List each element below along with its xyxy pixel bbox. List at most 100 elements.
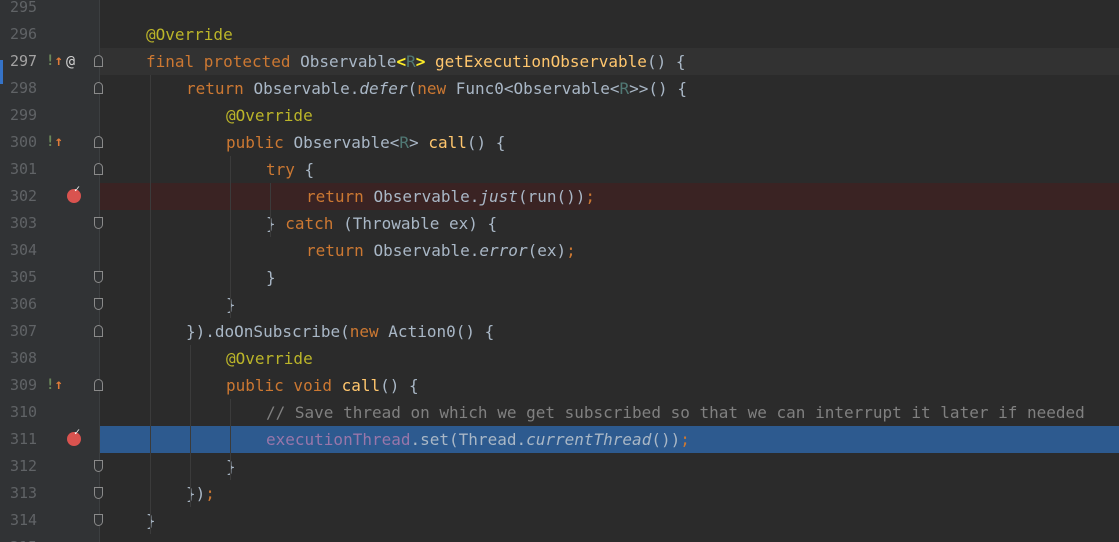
fold-marker-icon[interactable] xyxy=(94,379,103,391)
line-number[interactable]: 314 xyxy=(10,507,37,534)
fold-marker-icon[interactable] xyxy=(94,298,103,310)
fold-marker-icon[interactable] xyxy=(94,82,103,94)
code-token: R xyxy=(399,133,410,152)
line-number[interactable]: 313 xyxy=(10,480,37,507)
line-number[interactable]: 315 xyxy=(10,534,37,542)
line-number[interactable]: 300 xyxy=(10,129,37,156)
code-text: return Observable.error(ex); xyxy=(306,237,576,264)
code-text: public void call() { xyxy=(226,372,419,399)
code-line[interactable]: 300 !↑ public Observable<R> call() { xyxy=(0,129,1119,156)
fold-marker-icon[interactable] xyxy=(94,487,103,499)
fold-marker-icon[interactable] xyxy=(94,217,103,229)
line-number[interactable]: 298 xyxy=(10,75,37,102)
code-token: try xyxy=(266,160,305,179)
fold-marker-icon[interactable] xyxy=(94,514,103,526)
implements-method-icon[interactable]: !↑ xyxy=(46,48,63,75)
indent-guide xyxy=(230,156,231,318)
code-token: ; xyxy=(585,187,596,206)
code-text: public Observable<R> call() { xyxy=(226,129,505,156)
annotation-icon[interactable]: @ xyxy=(66,48,75,75)
code-token: just xyxy=(479,187,518,206)
code-line[interactable]: 295 xyxy=(0,0,1119,21)
fold-marker-icon[interactable] xyxy=(94,163,103,175)
breakpoint-icon[interactable] xyxy=(67,184,81,203)
fold-marker-icon[interactable] xyxy=(94,55,103,67)
code-token: ; xyxy=(680,430,690,449)
code-line[interactable]: 307}).doOnSubscribe(new Action0() { xyxy=(0,318,1119,345)
code-token: } xyxy=(266,268,276,287)
code-token: () { xyxy=(466,133,506,152)
code-token: catch xyxy=(285,214,344,233)
line-number[interactable]: 303 xyxy=(10,210,37,237)
code-token: @Override xyxy=(146,25,233,44)
code-line[interactable]: 302 return Observable.just(run()); xyxy=(0,183,1119,210)
code-token: @Override xyxy=(226,349,313,368)
code-line[interactable]: 309 !↑ public void call() { xyxy=(0,372,1119,399)
code-editor[interactable]: 295 296 @Override 297 !↑ @ final protected Obs… xyxy=(0,0,1119,542)
line-number[interactable]: 309 xyxy=(10,372,37,399)
line-number[interactable]: 301 xyxy=(10,156,37,183)
code-line[interactable]: 296 @Override xyxy=(0,21,1119,48)
code-text: final protected Observable<R> getExecuti… xyxy=(146,48,685,75)
code-line[interactable]: 311 executionThread.set(Thread.currentThr… xyxy=(0,426,1119,453)
indent-guide xyxy=(270,183,271,237)
code-line[interactable]: 305} xyxy=(0,264,1119,291)
line-number[interactable]: 305 xyxy=(10,264,37,291)
code-token: >>() { xyxy=(629,79,687,98)
code-token: defer xyxy=(359,79,408,98)
breakpoint-icon[interactable] xyxy=(67,427,81,446)
line-number[interactable]: 308 xyxy=(10,345,37,372)
line-number[interactable]: 296 xyxy=(10,21,37,48)
code-token: ()) xyxy=(651,430,681,449)
code-line[interactable]: 303} catch (Throwable ex) { xyxy=(0,210,1119,237)
line-number[interactable]: 304 xyxy=(10,237,37,264)
implements-method-icon[interactable]: !↑ xyxy=(46,129,63,156)
code-line[interactable]: 299 @Override xyxy=(0,102,1119,129)
line-number[interactable]: 311 xyxy=(10,426,37,453)
code-token: public xyxy=(226,133,294,152)
code-line[interactable]: 308 @Override xyxy=(0,345,1119,372)
code-text: executionThread.set(Thread.currentThread… xyxy=(266,426,690,453)
code-token: // Save thread on which we get subscribe… xyxy=(266,403,1085,422)
code-text: // Save thread on which we get subscribe… xyxy=(266,399,1085,426)
code-line[interactable]: 297 !↑ @ final protected Observable<R> getE… xyxy=(0,48,1119,75)
code-line[interactable]: 306} xyxy=(0,291,1119,318)
code-token: call xyxy=(428,133,467,152)
line-number[interactable]: 295 xyxy=(10,0,37,21)
code-line[interactable]: 298 return Observable.defer(new Func0<Obs… xyxy=(0,75,1119,102)
fold-marker-icon[interactable] xyxy=(94,325,103,337)
code-line[interactable]: 314} xyxy=(0,507,1119,534)
code-text: return Observable.defer(new Func0<Observ… xyxy=(186,75,687,102)
fold-marker-icon[interactable] xyxy=(94,460,103,472)
code-token: (run()) xyxy=(517,187,586,206)
line-number[interactable]: 307 xyxy=(10,318,37,345)
code-token: < xyxy=(396,52,407,71)
code-token: { xyxy=(304,160,315,179)
fold-marker-icon[interactable] xyxy=(94,271,103,283)
line-number[interactable]: 299 xyxy=(10,102,37,129)
code-token: currentThread xyxy=(526,430,652,449)
code-line[interactable]: 301 try { xyxy=(0,156,1119,183)
code-token: ; xyxy=(566,241,576,260)
line-number[interactable]: 302 xyxy=(10,183,37,210)
line-number[interactable]: 310 xyxy=(10,399,37,426)
fold-marker-icon[interactable] xyxy=(94,136,103,148)
code-token: getExecutionObservable xyxy=(435,52,647,71)
line-number[interactable]: 297 xyxy=(10,48,37,75)
code-line[interactable]: 313}); xyxy=(0,480,1119,507)
indent-guide xyxy=(150,75,151,534)
code-token: return xyxy=(306,187,374,206)
code-token: ; xyxy=(205,484,215,503)
code-token: Observable. xyxy=(373,241,480,260)
code-line[interactable]: 304 return Observable.error(ex); xyxy=(0,237,1119,264)
code-token: .set(Thread. xyxy=(410,430,527,449)
line-number[interactable]: 312 xyxy=(10,453,37,480)
line-number[interactable]: 306 xyxy=(10,291,37,318)
code-line[interactable]: 310 // Save thread on which we get subscr… xyxy=(0,399,1119,426)
code-text: } xyxy=(266,264,276,291)
code-line[interactable]: 315 xyxy=(0,534,1119,542)
code-token: () { xyxy=(380,376,419,395)
code-line[interactable]: 312} xyxy=(0,453,1119,480)
implements-method-icon[interactable]: !↑ xyxy=(46,372,63,399)
code-token: Observable. xyxy=(373,187,480,206)
